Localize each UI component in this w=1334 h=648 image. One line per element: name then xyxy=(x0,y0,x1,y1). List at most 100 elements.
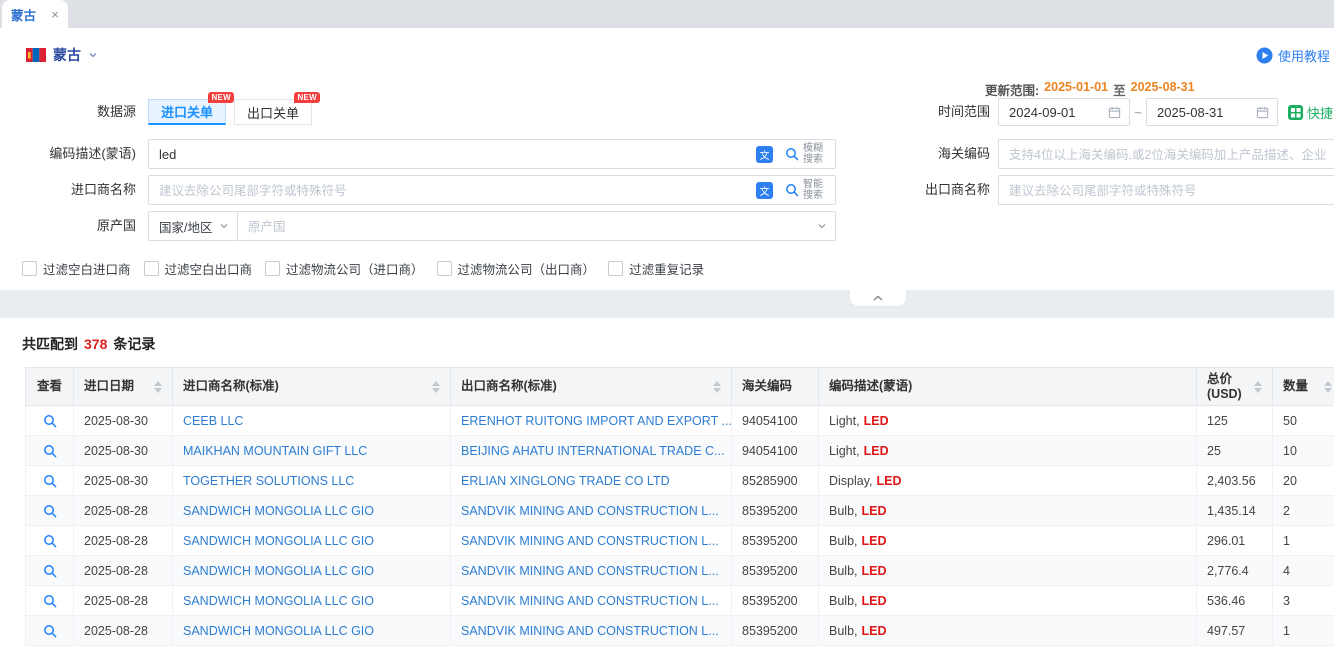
view-cell xyxy=(26,406,74,436)
quantity-cell: 2 xyxy=(1273,496,1334,526)
view-record-icon[interactable] xyxy=(43,534,57,548)
view-record-icon[interactable] xyxy=(43,414,57,428)
tab-close-icon[interactable]: × xyxy=(51,8,59,21)
exporter-link[interactable]: SANDVIK MINING AND CONSTRUCTION L... xyxy=(461,624,719,638)
exporter-link[interactable]: SANDVIK MINING AND CONSTRUCTION L... xyxy=(461,594,719,608)
hs-code-cell: 85285900 xyxy=(732,466,819,496)
collapse-panel-button[interactable] xyxy=(849,290,907,307)
new-badge: NEW xyxy=(208,92,234,103)
code-description-label: 编码描述(蒙语) xyxy=(0,139,136,169)
exporter-link[interactable]: SANDVIK MINING AND CONSTRUCTION L... xyxy=(461,534,719,548)
importer-link[interactable]: SANDWICH MONGOLIA LLC GIO xyxy=(183,504,374,518)
customs-code-field[interactable] xyxy=(998,139,1334,169)
country-selector[interactable]: 蒙古 xyxy=(26,44,98,66)
importer-link[interactable]: SANDWICH MONGOLIA LLC GIO xyxy=(183,594,374,608)
sort-icon[interactable] xyxy=(432,381,440,393)
column-header[interactable]: 出口商名称(标准) xyxy=(451,368,732,406)
quantity-cell: 1 xyxy=(1273,616,1334,646)
start-date-field[interactable] xyxy=(998,98,1130,126)
region-type-select[interactable]: 国家/地区 xyxy=(148,211,238,241)
fuzzy-search-toggle[interactable]: 模糊搜索 xyxy=(785,143,827,165)
checkbox-icon[interactable] xyxy=(608,261,623,276)
description-text: Light, xyxy=(829,444,860,458)
exporter-name-label: 出口商名称 xyxy=(856,175,990,205)
exporter-link[interactable]: ERENHOT RUITONG IMPORT AND EXPORT ... xyxy=(461,414,732,428)
column-header[interactable]: 进口日期 xyxy=(74,368,173,406)
filter-checkbox[interactable]: 过滤空白进口商 xyxy=(22,259,131,278)
checkbox-icon[interactable] xyxy=(265,261,280,276)
smart-search-toggle[interactable]: 智能搜索 xyxy=(785,179,827,201)
importer-link[interactable]: CEEB LLC xyxy=(183,414,243,428)
data-source-tab-export[interactable]: 出口关单NEW xyxy=(234,99,312,125)
description-cell: Bulb,LED xyxy=(819,586,1197,616)
description-text: Bulb, xyxy=(829,534,858,548)
data-source-tab-import[interactable]: 进口关单NEW xyxy=(148,99,226,125)
start-date-input[interactable] xyxy=(1009,105,1102,120)
exporter-link[interactable]: BEIJING AHATU INTERNATIONAL TRADE C... xyxy=(461,444,724,458)
filter-checkbox[interactable]: 过滤空白出口商 xyxy=(144,259,253,278)
customs-code-input[interactable] xyxy=(1009,147,1326,162)
code-description-input[interactable] xyxy=(159,147,748,162)
importer-link[interactable]: SANDWICH MONGOLIA LLC GIO xyxy=(183,564,374,578)
importer-name-input[interactable] xyxy=(159,183,748,198)
import-date-cell: 2025-08-30 xyxy=(74,436,173,466)
import-date-cell: 2025-08-28 xyxy=(74,496,173,526)
importer-cell: SANDWICH MONGOLIA LLC GIO xyxy=(173,526,451,556)
browser-tab-title: 蒙古 xyxy=(11,5,36,24)
exporter-name-field[interactable] xyxy=(998,175,1334,205)
view-record-icon[interactable] xyxy=(43,444,57,458)
importer-cell: TOGETHER SOLUTIONS LLC xyxy=(173,466,451,496)
column-header[interactable]: 进口商名称(标准) xyxy=(173,368,451,406)
browser-tab[interactable]: 蒙古 × xyxy=(2,0,68,28)
checkbox-icon[interactable] xyxy=(437,261,452,276)
keyword-text: LED xyxy=(864,444,889,458)
tutorial-icon xyxy=(1256,47,1273,64)
tab-label: 进口关单 xyxy=(161,102,213,121)
sort-icon[interactable] xyxy=(154,381,162,393)
checkbox-icon[interactable] xyxy=(22,261,37,276)
calendar-icon xyxy=(1108,106,1121,119)
quantity-cell: 4 xyxy=(1273,556,1334,586)
quick-label: 快捷 xyxy=(1307,103,1333,122)
quantity-cell: 1 xyxy=(1273,526,1334,556)
end-date-field[interactable] xyxy=(1146,98,1278,126)
column-header[interactable]: 数量 xyxy=(1273,368,1334,406)
description-cell: Light,LED xyxy=(819,406,1197,436)
sort-icon[interactable] xyxy=(1254,381,1262,393)
view-record-icon[interactable] xyxy=(43,474,57,488)
checkbox-icon[interactable] xyxy=(144,261,159,276)
filter-checkbox[interactable]: 过滤重复记录 xyxy=(608,259,704,278)
origin-country-input[interactable] xyxy=(248,219,813,234)
sort-icon[interactable] xyxy=(713,381,721,393)
filter-checkbox[interactable]: 过滤物流公司（进口商） xyxy=(265,259,424,278)
exporter-cell: SANDVIK MINING AND CONSTRUCTION L... xyxy=(451,556,732,586)
importer-link[interactable]: SANDWICH MONGOLIA LLC GIO xyxy=(183,534,374,548)
exporter-name-input[interactable] xyxy=(1009,183,1326,198)
code-description-field: 文 模糊搜索 xyxy=(148,139,836,169)
sort-icon[interactable] xyxy=(1324,381,1332,393)
import-date-cell: 2025-08-30 xyxy=(74,466,173,496)
filter-checkbox[interactable]: 过滤物流公司（出口商） xyxy=(437,259,596,278)
quick-select-button[interactable]: 快捷 xyxy=(1288,103,1333,122)
view-record-icon[interactable] xyxy=(43,564,57,578)
column-header[interactable]: 总价 (USD) xyxy=(1197,368,1273,406)
translate-icon[interactable]: 文 xyxy=(756,146,773,163)
translate-icon[interactable]: 文 xyxy=(756,182,773,199)
end-date-input[interactable] xyxy=(1157,105,1250,120)
tutorial-link[interactable]: 使用教程 xyxy=(1256,46,1330,65)
table-row: 2025-08-28SANDWICH MONGOLIA LLC GIOSANDV… xyxy=(26,586,1334,616)
exporter-link[interactable]: SANDVIK MINING AND CONSTRUCTION L... xyxy=(461,564,719,578)
view-record-icon[interactable] xyxy=(43,504,57,518)
exporter-cell: SANDVIK MINING AND CONSTRUCTION L... xyxy=(451,586,732,616)
origin-country-field[interactable] xyxy=(237,211,836,241)
view-record-icon[interactable] xyxy=(43,594,57,608)
importer-link[interactable]: MAIKHAN MOUNTAIN GIFT LLC xyxy=(183,444,367,458)
view-record-icon[interactable] xyxy=(43,624,57,638)
importer-link[interactable]: TOGETHER SOLUTIONS LLC xyxy=(183,474,354,488)
view-cell xyxy=(26,556,74,586)
exporter-link[interactable]: ERLIAN XINGLONG TRADE CO LTD xyxy=(461,474,670,488)
search-icon xyxy=(785,183,799,197)
importer-link[interactable]: SANDWICH MONGOLIA LLC GIO xyxy=(183,624,374,638)
exporter-link[interactable]: SANDVIK MINING AND CONSTRUCTION L... xyxy=(461,504,719,518)
region-type-value: 国家/地区 xyxy=(159,217,215,236)
